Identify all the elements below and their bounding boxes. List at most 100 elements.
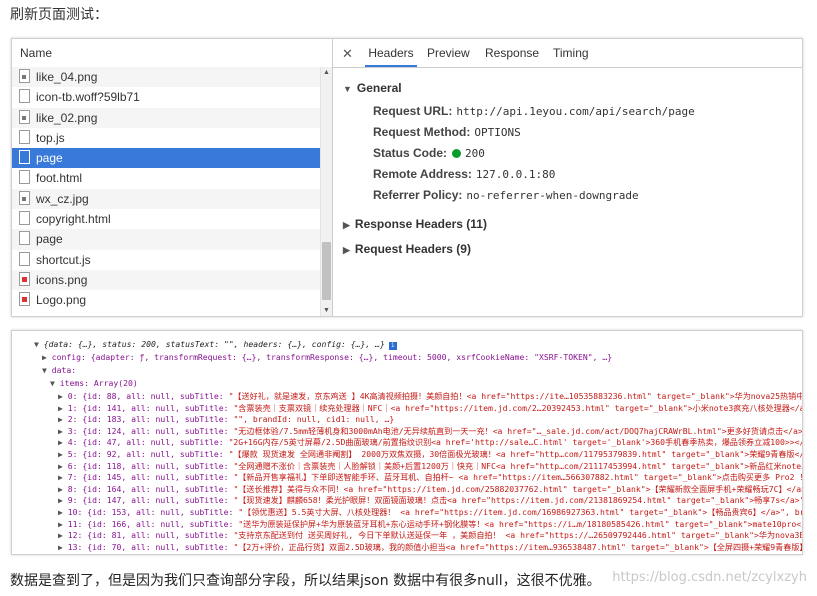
collapse-triangle-icon[interactable]: ▶ xyxy=(58,449,68,459)
request-row[interactable]: top.js xyxy=(12,128,332,148)
request-name: wx_cz.jpg xyxy=(36,191,89,206)
request-method-row: Request Method: OPTIONS xyxy=(373,125,521,139)
item-subtitle-string: "全网通赠不涨价｜含票装壳｜人脸解锁｜美颜+后置1200万｜快充｜NFC<a h… xyxy=(233,460,803,471)
image-file-icon xyxy=(19,69,30,83)
status-code-label: Status Code: xyxy=(373,146,448,160)
remote-address-value: 127.0.0.1:80 xyxy=(475,168,556,181)
network-panel: Name like_04.png icon-tb.woff?59lb71 like_… xyxy=(11,38,803,317)
request-row[interactable]: shortcut.js xyxy=(12,250,332,270)
file-icon xyxy=(19,150,30,165)
collapse-triangle-icon[interactable]: ▶ xyxy=(58,484,68,494)
item-prefix: 5: {id: 92, all: null, subTitle: xyxy=(67,449,229,459)
request-list: like_04.png icon-tb.woff?59lb71 like_02.pn… xyxy=(12,67,332,316)
item-prefix: 4: {id: 47, all: null, subTitle: xyxy=(67,437,229,448)
request-method-label: Request Method: xyxy=(373,125,471,139)
request-list-scrollbar[interactable]: ▲ ▼ xyxy=(320,67,332,316)
request-row[interactable]: page xyxy=(12,229,332,250)
item-subtitle-string: "", brandId: null, cid1: null, …} xyxy=(233,414,395,425)
request-row[interactable]: Logo.png xyxy=(12,290,332,310)
footer-text: 数据是查到了，但是因为我们只查询部分字段，所以结果json 数据中有很多null… xyxy=(10,573,601,589)
status-ok-dot-icon xyxy=(452,149,462,158)
file-icon xyxy=(19,211,30,226)
collapse-triangle-icon[interactable]: ▶ xyxy=(58,426,68,436)
request-row[interactable]: copyright.html xyxy=(12,209,332,229)
file-icon xyxy=(19,129,30,144)
item-subtitle-string: "2G+16G内存/5英寸屏幕/2.5D曲面玻璃/前置指纹识别<a href='… xyxy=(228,437,803,448)
status-code-value: 200 xyxy=(465,147,485,160)
config-line[interactable]: ▶ config: {adapter: ƒ, transformRequest:… xyxy=(42,351,612,364)
request-name: page xyxy=(36,232,63,247)
request-row[interactable]: page xyxy=(12,148,332,169)
item-line[interactable]: ▶ 13: {id: 70, all: null, subTitle: "【2万… xyxy=(58,541,802,554)
request-row[interactable]: icon-tb.woff?59lb71 xyxy=(12,87,332,107)
tab-timing[interactable]: Timing xyxy=(553,39,589,67)
item-prefix: 9: {id: 147, all: null, subTitle: xyxy=(67,495,234,506)
console-root-line[interactable]: ▼ {data: {…}, status: 200, statusText: "… xyxy=(34,338,397,351)
request-method-value: OPTIONS xyxy=(474,126,521,139)
expand-triangle-icon[interactable]: ▼ xyxy=(42,365,52,375)
file-icon xyxy=(19,251,30,266)
tab-headers[interactable]: Headers xyxy=(365,39,417,67)
item-subtitle-string: "【送长推荐】美得与众不同！<a href="https://item.jd.c… xyxy=(233,483,803,494)
image-file-icon xyxy=(19,109,30,124)
item-prefix: 3: {id: 124, all: null, subTitle: xyxy=(67,425,234,436)
collapse-triangle-icon[interactable]: ▶ xyxy=(58,495,68,505)
data-line[interactable]: ▼ data: xyxy=(42,364,76,377)
expand-triangle-icon[interactable]: ▼ xyxy=(50,378,60,388)
expand-triangle-icon[interactable]: ▼ xyxy=(34,339,44,349)
request-name: Logo.png xyxy=(36,293,87,308)
item-prefix: 7: {id: 145, all: null, subTitle: xyxy=(67,472,234,483)
request-name: like_04.png xyxy=(36,70,98,84)
collapse-triangle-icon[interactable]: ▶ xyxy=(58,507,68,517)
collapse-triangle-icon[interactable]: ▶ xyxy=(58,391,68,401)
file-icon xyxy=(19,170,30,185)
collapse-triangle-icon[interactable]: ▶ xyxy=(58,472,68,482)
request-headers-toggle[interactable]: ▶ Request Headers (9) xyxy=(343,242,471,256)
item-subtitle-string: "【领优惠送】5.5英寸大屏、八核处理器！ <a href="https://i… xyxy=(238,507,803,517)
request-row[interactable]: icons.png xyxy=(12,269,332,291)
response-headers-toggle[interactable]: ▶ Response Headers (11) xyxy=(343,217,487,231)
item-prefix: 6: {id: 118, all: null, subTitle: xyxy=(67,460,234,471)
tab-response[interactable]: Response xyxy=(485,39,539,67)
items-line[interactable]: ▼ items: Array(20) xyxy=(50,377,138,390)
collapse-triangle-icon[interactable]: ▶ xyxy=(42,352,52,362)
remote-address-label: Remote Address: xyxy=(373,167,472,181)
request-url-label: Request URL: xyxy=(373,104,453,118)
collapse-triangle-icon[interactable]: ▶ xyxy=(58,542,68,552)
request-headers-title: Request Headers (9) xyxy=(354,242,471,256)
status-code-row: Status Code: 200 xyxy=(373,146,485,160)
response-object-summary: {data: {…}, status: 200, statusText: "",… xyxy=(43,339,385,349)
request-row[interactable]: wx_cz.jpg xyxy=(12,188,332,210)
item-prefix: 1: {id: 141, all: null, subTitle: xyxy=(67,402,234,413)
request-name: copyright.html xyxy=(36,212,111,227)
collapse-triangle-icon[interactable]: ▶ xyxy=(58,414,68,424)
request-details-pane: ✕ Headers Preview Response Timing ▼ Gener… xyxy=(333,39,802,316)
watermark: https://blog.csdn.net/zcylxzyh xyxy=(612,570,807,585)
scroll-up-arrow-icon[interactable]: ▲ xyxy=(323,69,330,76)
general-section-toggle[interactable]: ▼ General xyxy=(343,81,402,95)
collapse-triangle-icon[interactable]: ▶ xyxy=(58,403,68,413)
close-icon[interactable]: ✕ xyxy=(342,46,353,62)
tab-preview[interactable]: Preview xyxy=(427,39,470,67)
file-icon xyxy=(19,231,30,246)
request-name: like_02.png xyxy=(36,110,98,125)
item-subtitle-string: "【新品开售享福礼】下单即送智能手环、蓝牙耳机、自拍杆~ <a href="ht… xyxy=(233,472,803,483)
item-prefix: 8: {id: 164, all: null, subTitle: xyxy=(67,483,234,494)
scrollbar-thumb[interactable] xyxy=(322,242,331,300)
referrer-policy-label: Referrer Policy: xyxy=(373,188,463,202)
config-text: config: {adapter: ƒ, transformRequest: {… xyxy=(51,352,613,362)
request-row[interactable]: foot.html xyxy=(12,168,332,188)
request-url-value: http://api.1eyou.com/api/search/page xyxy=(456,105,695,118)
details-tab-bar: ✕ Headers Preview Response Timing xyxy=(333,39,802,68)
response-headers-title: Response Headers (11) xyxy=(354,217,487,231)
item-subtitle-string: "无边框体验/7.5mm轻薄机身和3000mAh电池/无异续航直到一天一充！<a… xyxy=(233,425,803,436)
collapse-triangle-icon[interactable]: ▶ xyxy=(58,461,68,471)
collapse-triangle-icon[interactable]: ▶ xyxy=(58,530,68,540)
info-icon[interactable]: i xyxy=(388,342,397,350)
request-row[interactable]: like_04.png xyxy=(12,67,332,88)
scroll-down-arrow-icon[interactable]: ▼ xyxy=(323,307,330,314)
collapse-triangle-icon[interactable]: ▶ xyxy=(58,519,68,529)
name-column-header[interactable]: Name xyxy=(12,39,332,68)
request-row[interactable]: like_02.png xyxy=(12,107,332,128)
collapse-triangle-icon[interactable]: ▶ xyxy=(58,437,68,447)
